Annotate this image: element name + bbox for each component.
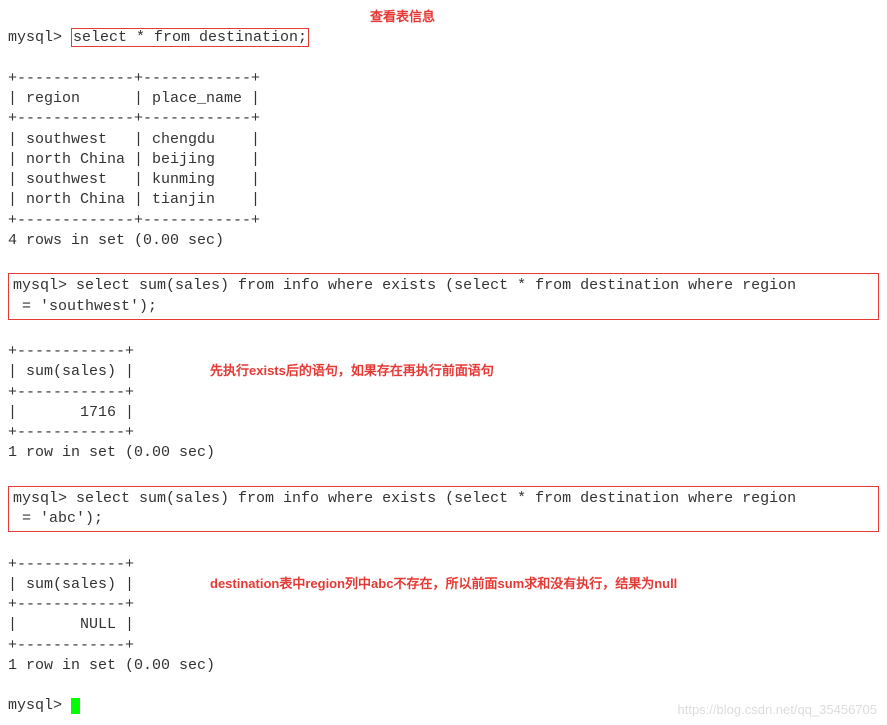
table1-bm: +-------------+------------+ (8, 110, 260, 127)
mysql-prompt-2: mysql> (13, 277, 76, 294)
annotation-3: destination表中region列中abc不存在，所以前面sum求和没有执… (210, 575, 677, 593)
table3-bt: +------------+ (8, 556, 134, 573)
table1-row: | north China | beijing | (8, 151, 260, 168)
mysql-prompt-final: mysql> (8, 697, 71, 714)
table2-row: | 1716 | (8, 404, 134, 421)
query-3-line1: select sum(sales) from info where exists… (76, 490, 796, 507)
annotation-1: 查看表信息 (370, 8, 435, 26)
cursor-icon (71, 698, 80, 714)
table3-bb: +------------+ (8, 637, 134, 654)
table1-summary: 4 rows in set (0.00 sec) (8, 232, 224, 249)
table3-bm: +------------+ (8, 596, 134, 613)
query-2-line2: = 'southwest'); (13, 298, 157, 315)
table1-bt: +-------------+------------+ (8, 70, 260, 87)
terminal-output: mysql> select * from destination; 查看表信息 … (8, 8, 879, 717)
query-1-highlight: select * from destination; (71, 28, 309, 47)
table1-row: | north China | tianjin | (8, 191, 260, 208)
table1-row: | southwest | chengdu | (8, 131, 260, 148)
table3-summary: 1 row in set (0.00 sec) (8, 657, 215, 674)
table1-bb: +-------------+------------+ (8, 212, 260, 229)
table1-header: | region | place_name | (8, 90, 260, 107)
table2-bb: +------------+ (8, 424, 134, 441)
table2-summary: 1 row in set (0.00 sec) (8, 444, 215, 461)
query-3-line2: = 'abc'); (13, 510, 103, 527)
table3-row: | NULL | (8, 616, 134, 633)
watermark-text: https://blog.csdn.net/qq_35456705 (678, 701, 878, 719)
query-3-highlight: mysql> select sum(sales) from info where… (8, 486, 879, 533)
table2-header: | sum(sales) | (8, 363, 134, 380)
mysql-prompt-1: mysql> (8, 29, 71, 46)
query-2-highlight: mysql> select sum(sales) from info where… (8, 273, 879, 320)
table2-bm: +------------+ (8, 384, 134, 401)
mysql-prompt-3: mysql> (13, 490, 76, 507)
table3-header: | sum(sales) | (8, 576, 134, 593)
query-2-line1: select sum(sales) from info where exists… (76, 277, 796, 294)
table1-row: | southwest | kunming | (8, 171, 260, 188)
table2-bt: +------------+ (8, 343, 134, 360)
annotation-2: 先执行exists后的语句，如果存在再执行前面语句 (210, 362, 494, 380)
